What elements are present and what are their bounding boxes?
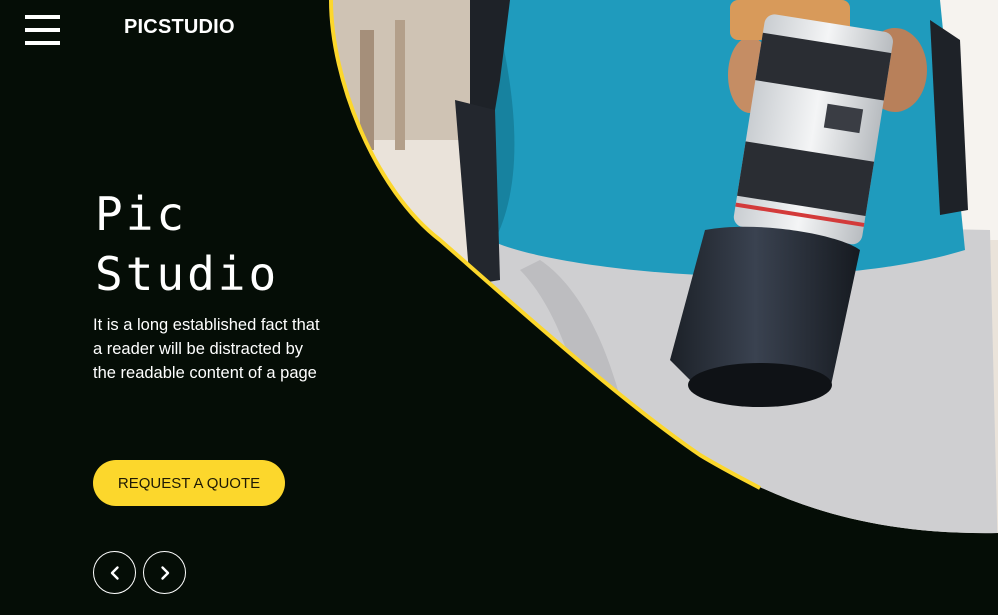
hero-description: It is a long established fact that a rea… [93,316,320,382]
chevron-left-icon [110,565,119,580]
menu-button[interactable] [25,15,60,45]
hero-photo [329,0,998,534]
chevron-right-icon [160,565,169,580]
hero-title-line-2: Studio [95,247,280,301]
brand-logo[interactable]: PICSTUDIO [124,16,235,39]
hamburger-line [25,28,60,32]
hero-title-line-1: Pic [95,187,188,241]
previous-slide-button[interactable] [93,551,136,594]
request-quote-button[interactable]: REQUEST A QUOTE [93,460,285,506]
hero-title: Pic Studio [95,184,279,304]
next-slide-button[interactable] [143,551,186,594]
hamburger-line [25,41,60,45]
hamburger-menu-icon [25,15,60,19]
